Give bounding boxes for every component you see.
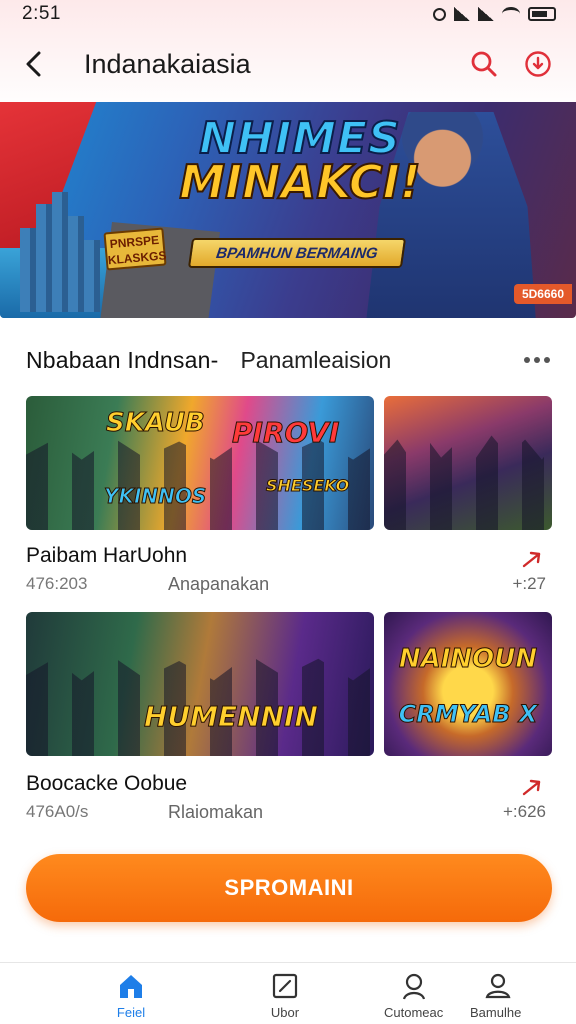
section-header: Nbabaan Indnsan- Panamleaision xyxy=(26,342,552,378)
notification-icon xyxy=(433,7,446,21)
page-title: Indanakaiasia xyxy=(84,48,251,79)
search-icon xyxy=(471,51,497,77)
nav-item-edit[interactable]: Ubor xyxy=(270,971,300,1020)
status-time: 2:51 xyxy=(22,3,61,24)
row-meta-secondary: Rlaiomakan xyxy=(168,802,264,822)
hero-badge: PNRSPE KLASKGS xyxy=(103,227,167,271)
row-right-value: +:27 xyxy=(512,574,546,593)
signal-icon-2 xyxy=(478,7,494,21)
row-title[interactable]: Paibam HarUohn xyxy=(26,544,187,568)
hero-title: NHIMES MINAKCI! xyxy=(175,115,425,209)
nav-item-customer[interactable]: Cutomeac xyxy=(384,971,443,1020)
row-title[interactable]: Boocacke Oobue xyxy=(26,772,187,796)
download-button[interactable] xyxy=(520,46,556,82)
hero-title-line2: MINAKCI! xyxy=(178,155,422,209)
row-meta: 476A0/s xyxy=(26,802,89,821)
nav-label: Ubor xyxy=(270,1005,300,1020)
home-icon xyxy=(120,975,142,998)
game-thumbnail-side-1[interactable] xyxy=(384,396,552,530)
app-screen: 2:51 Indanakaiasia PNRSPE KLASKGS NHIMES xyxy=(0,0,576,1024)
wifi-icon xyxy=(502,7,520,21)
row-meta-secondary: Anapanakan xyxy=(168,574,270,594)
game-thumbnail-main-2[interactable]: HUMENNIN xyxy=(26,612,374,756)
nav-label: Cutomeac xyxy=(384,1005,444,1020)
status-icons xyxy=(433,7,556,21)
nav-label: Feiel xyxy=(116,1005,146,1020)
thumb-label: CRMYAB X xyxy=(398,700,538,729)
app-header: Indanakaiasia xyxy=(0,36,576,92)
thumb-label: YKINNOS xyxy=(103,484,207,509)
thumbnail-characters xyxy=(384,435,552,530)
signal-icon xyxy=(454,7,470,21)
chevron-left-icon xyxy=(26,51,41,77)
hero-corner-tag: 5D6660 xyxy=(513,284,572,304)
nav-item-home[interactable]: Feiel xyxy=(116,971,146,1020)
thumb-label: SKAUB xyxy=(106,408,206,439)
hero-subtitle: BPAMHUN BERMAING xyxy=(187,238,407,268)
section-subtitle: Panamleaision xyxy=(240,346,392,373)
trending-arrow-icon[interactable] xyxy=(520,548,544,572)
thumb-label: SHESEKO xyxy=(265,476,350,496)
bottom-nav: Feiel Ubor Cutomeac Bamulhe xyxy=(0,962,576,1024)
thumb-label: NAINOUN xyxy=(398,644,538,675)
row-right-value: +:626 xyxy=(502,802,546,821)
thumb-label: HUMENNIN xyxy=(144,700,319,734)
game-thumbnail-main-1[interactable]: SKAUB PIROVI YKINNOS SHESEKO xyxy=(26,396,374,530)
nav-label: Bamulhe xyxy=(470,1005,522,1020)
game-thumbnail-side-2[interactable]: NAINOUN CRMYAB X xyxy=(384,612,552,756)
trending-arrow-icon[interactable] xyxy=(520,776,544,800)
section-title: Nbabaan Indnsan- xyxy=(26,346,219,373)
status-bar: 2:51 xyxy=(0,0,576,28)
hero-banner[interactable]: PNRSPE KLASKGS NHIMES MINAKCI! BPAMHUN B… xyxy=(0,102,576,318)
edit-box-icon xyxy=(272,973,298,999)
person-icon xyxy=(402,973,425,1000)
people-icon xyxy=(485,973,511,999)
search-button[interactable] xyxy=(466,46,502,82)
row-meta: 476:203 xyxy=(26,574,88,593)
back-button[interactable] xyxy=(20,50,48,78)
download-icon xyxy=(525,51,551,77)
primary-cta-button[interactable]: SPROMAINI xyxy=(26,854,552,922)
nav-item-people[interactable]: Bamulhe xyxy=(470,971,521,1020)
more-dots-icon[interactable] xyxy=(522,351,552,369)
thumb-label: PIROVI xyxy=(231,416,340,450)
battery-icon xyxy=(528,7,556,21)
